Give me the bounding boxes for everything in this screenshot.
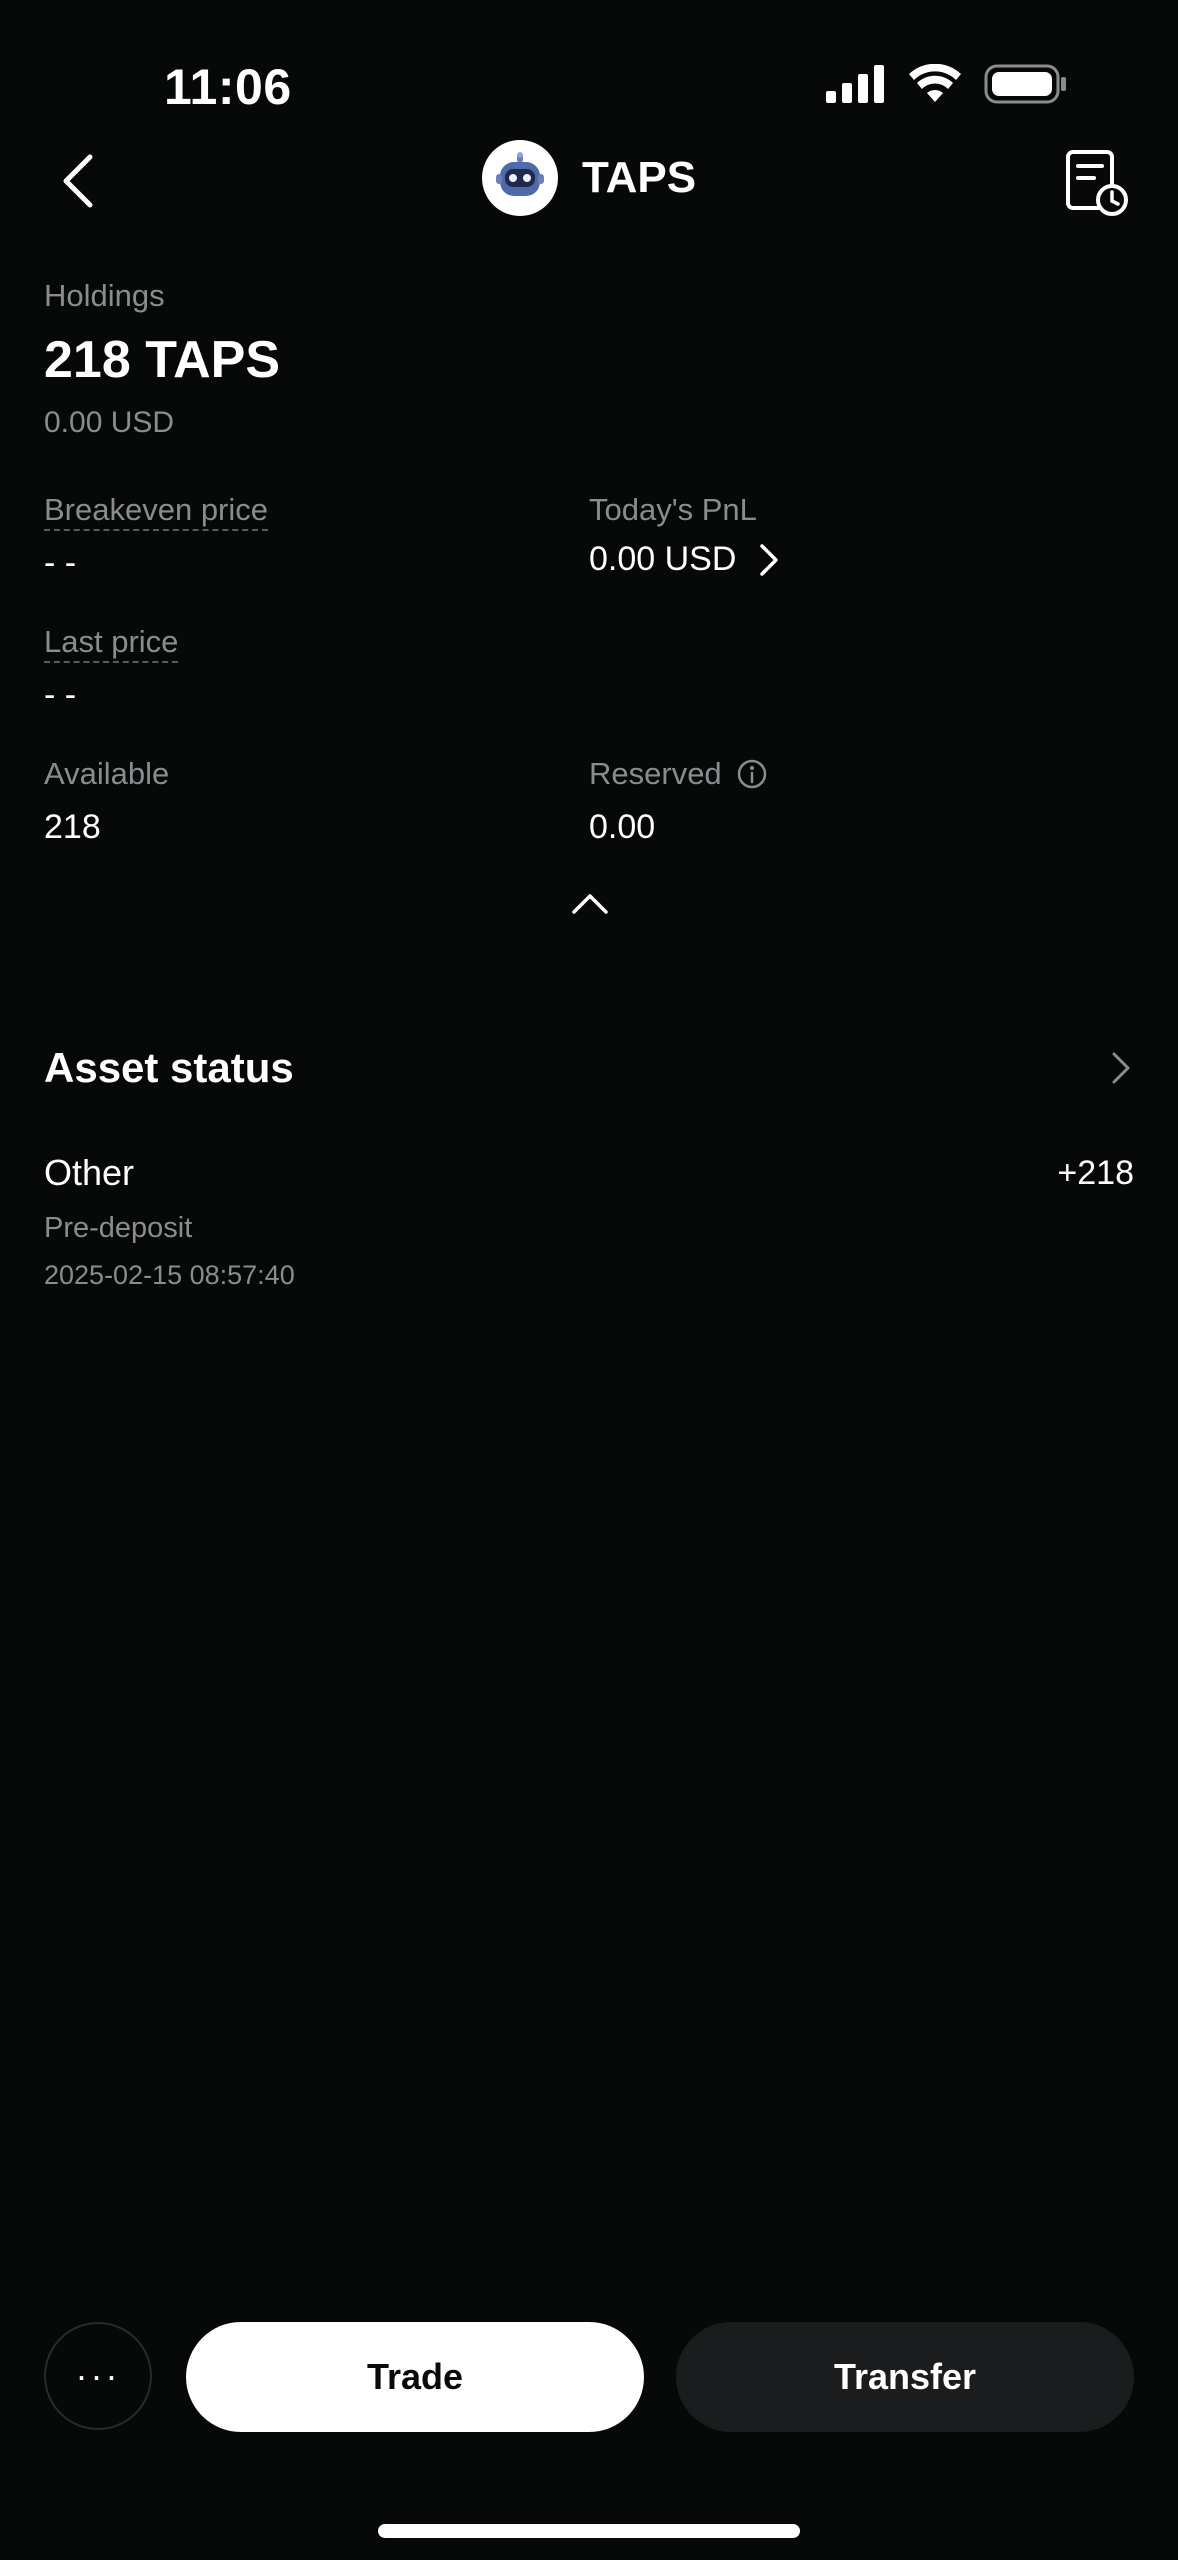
transfer-button[interactable]: Transfer bbox=[676, 2322, 1134, 2432]
history-document-icon bbox=[1066, 150, 1128, 216]
holdings-label: Holdings bbox=[44, 278, 165, 313]
robot-icon bbox=[495, 152, 544, 196]
reserved-label-group: Reserved bbox=[589, 756, 768, 792]
info-icon[interactable] bbox=[736, 758, 768, 790]
breakeven-price-value: - - bbox=[44, 544, 77, 582]
reserved-value: 0.00 bbox=[589, 808, 656, 846]
more-options-icon: ··· bbox=[75, 2355, 121, 2396]
todays-pnl-link[interactable]: 0.00 USD bbox=[589, 540, 780, 579]
chevron-up-icon bbox=[572, 894, 608, 914]
entry-amount: +218 bbox=[1057, 1154, 1134, 1192]
breakeven-price-label[interactable]: Breakeven price bbox=[44, 492, 269, 531]
history-button[interactable] bbox=[1064, 148, 1130, 218]
wifi-icon bbox=[909, 64, 961, 102]
coin-logo bbox=[481, 140, 558, 216]
chevron-right-icon bbox=[1112, 1052, 1130, 1084]
last-price-label-text: Last price bbox=[44, 624, 179, 663]
trade-button[interactable]: Trade bbox=[186, 2322, 644, 2432]
cellular-signal-icon bbox=[826, 65, 884, 103]
todays-pnl-label: Today's PnL bbox=[589, 492, 757, 527]
last-price-value: - - bbox=[44, 676, 77, 714]
page-title: TAPS bbox=[581, 153, 697, 202]
available-value: 218 bbox=[44, 808, 101, 846]
entry-date: 2025-02-15 08:57:40 bbox=[44, 1260, 295, 1290]
home-indicator[interactable] bbox=[378, 2524, 800, 2538]
last-price-label[interactable]: Last price bbox=[44, 624, 179, 663]
reserved-label: Reserved bbox=[589, 756, 722, 791]
status-icons bbox=[826, 64, 1068, 104]
status-time: 11:06 bbox=[164, 59, 292, 115]
nav-title-group: TAPS bbox=[0, 140, 1178, 216]
entry-subtitle: Pre-deposit bbox=[44, 1212, 193, 1244]
more-options-button[interactable]: ··· bbox=[44, 2322, 152, 2430]
breakeven-price-label-text: Breakeven price bbox=[44, 492, 269, 531]
chevron-right-icon bbox=[760, 543, 779, 576]
asset-status-title: Asset status bbox=[44, 1044, 294, 1091]
todays-pnl-value: 0.00 USD bbox=[589, 540, 737, 578]
battery-icon bbox=[984, 64, 1066, 104]
collapse-details-button[interactable] bbox=[566, 888, 614, 918]
asset-status-more-button[interactable] bbox=[1106, 1048, 1136, 1088]
holdings-usd-value: 0.00 USD bbox=[44, 406, 175, 439]
holdings-amount: 218 TAPS bbox=[44, 331, 281, 389]
entry-type: Other bbox=[44, 1152, 135, 1193]
available-label: Available bbox=[44, 756, 170, 791]
